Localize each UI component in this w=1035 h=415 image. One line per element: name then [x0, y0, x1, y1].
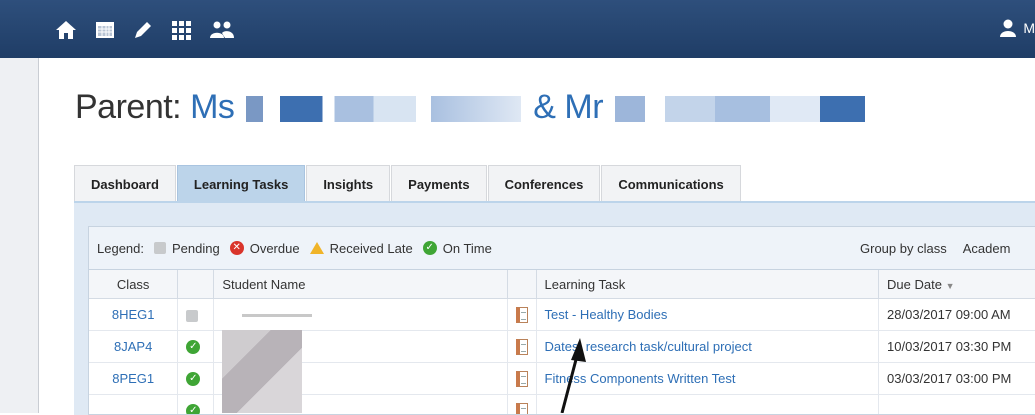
on-time-icon: ✓ — [186, 340, 200, 354]
academic-filter[interactable]: Academ — [963, 241, 1011, 256]
tab-bar: Dashboard Learning Tasks Insights Paymen… — [74, 165, 742, 201]
legend-pending: Pending — [154, 241, 220, 256]
left-sidebar — [0, 58, 39, 413]
table-row[interactable]: 8HEG1 Test - Healthy Bodies 28/03/2017 0… — [89, 299, 1035, 331]
tab-dashboard[interactable]: Dashboard — [74, 165, 176, 201]
column-header-doc — [507, 270, 536, 299]
received-late-icon — [310, 242, 324, 254]
column-header-due[interactable]: Due Date ▼ — [879, 270, 1035, 299]
on-time-icon: ✓ — [423, 241, 437, 255]
people-icon[interactable] — [208, 19, 236, 41]
home-icon[interactable] — [55, 19, 77, 41]
tab-communications[interactable]: Communications — [601, 165, 740, 201]
document-icon[interactable] — [516, 403, 528, 415]
sort-down-icon: ▼ — [946, 281, 955, 291]
table-header-row: Class Student Name Learning Task Due Dat… — [89, 270, 1035, 299]
legend-label: Legend: — [97, 241, 144, 256]
column-header-student[interactable]: Student Name — [214, 270, 507, 299]
parent-names: Ms & Mr — [190, 88, 868, 126]
document-icon[interactable] — [516, 339, 528, 355]
user-name: M — [1023, 20, 1035, 36]
redaction-block — [222, 330, 302, 413]
page-title: Parent: Ms & Mr — [75, 88, 868, 127]
on-time-icon: ✓ — [186, 372, 200, 386]
user-icon — [999, 18, 1017, 38]
pending-icon — [186, 310, 198, 322]
tab-insights[interactable]: Insights — [306, 165, 390, 201]
learning-task-link[interactable]: Fitness Components Written Test — [545, 371, 736, 386]
document-icon[interactable] — [516, 307, 528, 323]
tab-conferences[interactable]: Conferences — [488, 165, 601, 201]
overdue-icon: ✕ — [230, 241, 244, 255]
redacted-name — [615, 96, 865, 122]
learning-task-link[interactable]: Test - Healthy Bodies — [545, 307, 668, 322]
top-navigation-bar: M — [0, 0, 1035, 58]
redacted-name — [431, 96, 521, 122]
legend-overdue: ✕Overdue — [230, 241, 300, 256]
column-header-status — [178, 270, 214, 299]
redacted-name — [246, 96, 416, 122]
column-header-task[interactable]: Learning Task — [536, 270, 879, 299]
on-time-icon: ✓ — [186, 404, 200, 415]
tab-learning-tasks[interactable]: Learning Tasks — [177, 165, 305, 201]
pending-icon — [154, 242, 166, 254]
tab-payments[interactable]: Payments — [391, 165, 486, 201]
group-by-class-toggle[interactable]: Group by class — [860, 241, 947, 256]
student-name-redacted — [214, 299, 507, 331]
legend-bar: Legend: Pending ✕Overdue Received Late ✓… — [89, 227, 1035, 270]
legend-on-time: ✓On Time — [423, 241, 492, 256]
legend-received-late: Received Late — [310, 241, 413, 256]
pencil-icon[interactable] — [132, 19, 154, 41]
document-icon[interactable] — [516, 371, 528, 387]
calendar-icon[interactable] — [94, 19, 116, 41]
column-header-class[interactable]: Class — [89, 270, 178, 299]
user-menu[interactable]: M — [999, 18, 1035, 38]
learning-task-link[interactable]: Dates: research task/cultural project — [545, 339, 752, 354]
grid-options: Group by class Academ — [860, 227, 1010, 269]
grid-icon[interactable] — [170, 19, 192, 41]
